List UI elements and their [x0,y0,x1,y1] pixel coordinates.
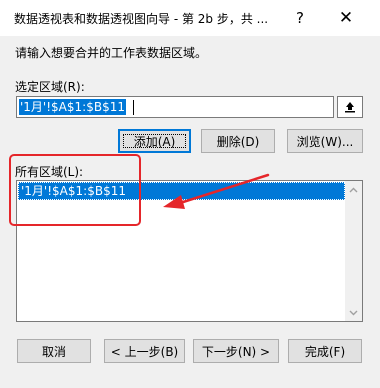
next-button-label: 下一步(N) > [201,344,271,359]
cancel-button-label: 取消 [41,344,66,359]
cancel-button[interactable]: 取消 [17,339,91,363]
finish-button[interactable]: 完成(F) [288,339,362,363]
next-button[interactable]: 下一步(N) > [193,339,279,363]
back-button-label: < 上一步(B) [110,344,179,359]
back-button[interactable]: < 上一步(B) [104,339,185,363]
annotation-arrow [163,173,270,209]
finish-button-label: 完成(F) [304,344,346,359]
